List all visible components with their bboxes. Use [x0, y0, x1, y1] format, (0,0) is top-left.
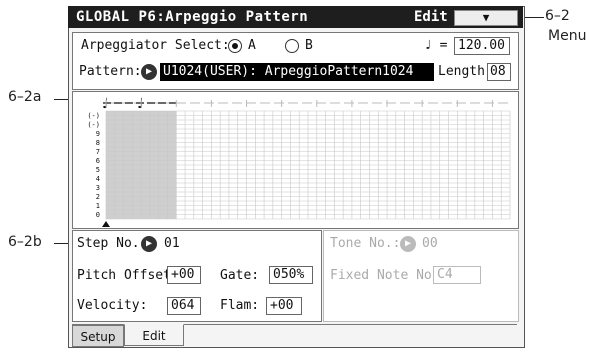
- y-axis-label: 4: [96, 175, 100, 183]
- chevron-down-icon: ▼: [482, 11, 490, 24]
- radio-b[interactable]: [285, 39, 299, 53]
- arpeggiator-select-label: Arpeggiator Select:: [81, 38, 230, 53]
- step-no-button[interactable]: ▶: [141, 236, 157, 252]
- tone-no-value[interactable]: 00: [422, 236, 438, 251]
- tempo-label: ♩ =: [424, 38, 448, 53]
- radio-a-label: A: [248, 38, 256, 53]
- fixed-note-label: Fixed Note No.:: [330, 268, 448, 283]
- y-axis-label: 1: [96, 202, 100, 210]
- length-label: Length:: [438, 64, 493, 79]
- tab-setup[interactable]: Setup: [72, 325, 124, 347]
- pattern-field[interactable]: U1024(USER): ArpeggioPattern1024: [160, 63, 434, 81]
- flam-label: Flam:: [220, 298, 260, 313]
- annotation-menu-word: Menu: [548, 28, 587, 44]
- pattern-select-button[interactable]: ▶: [141, 64, 157, 80]
- y-axis-label: 6: [96, 157, 100, 165]
- y-axis-label: 3: [96, 184, 100, 192]
- flam-field[interactable]: +00: [266, 297, 302, 315]
- gate-field[interactable]: 050%: [269, 266, 313, 284]
- arrow-right-icon: ▶: [404, 238, 412, 249]
- velocity-field[interactable]: 064: [167, 297, 201, 315]
- length-field[interactable]: 08: [487, 63, 511, 81]
- page-menu-button[interactable]: ▼: [454, 10, 518, 26]
- velocity-label: Velocity:: [77, 298, 148, 313]
- note-marker: ♩: [137, 96, 144, 112]
- tab-edit[interactable]: Edit: [124, 324, 184, 346]
- step-no-label: Step No.:: [77, 236, 148, 251]
- annotation-grid-ref: 6–2a: [8, 89, 42, 105]
- tempo-field[interactable]: 120.00: [454, 37, 510, 55]
- y-axis-label: 8: [96, 139, 100, 147]
- note-marker: ♩: [102, 96, 109, 112]
- radio-b-label: B: [305, 38, 313, 53]
- y-axis-label: (-): [87, 121, 100, 129]
- pattern-grid[interactable]: ♩ ♩(-)(-)9876543210: [72, 91, 517, 227]
- pitch-offset-label: Pitch Offset:: [77, 268, 179, 283]
- radio-a[interactable]: [228, 39, 242, 53]
- step-cursor-icon: [102, 221, 110, 227]
- y-axis-label: 7: [96, 148, 100, 156]
- y-axis-label: 5: [96, 166, 100, 174]
- step-no-value[interactable]: 01: [164, 236, 180, 251]
- pitch-offset-field[interactable]: +00: [167, 266, 201, 284]
- arrow-right-icon: ▶: [145, 66, 153, 77]
- pattern-label: Pattern:: [79, 64, 142, 79]
- tone-no-label: Tone No.:: [330, 236, 401, 251]
- edit-mode-label: Edit: [414, 9, 448, 25]
- page-title: GLOBAL P6:Arpeggio Pattern: [76, 9, 309, 25]
- tone-no-button[interactable]: ▶: [400, 236, 416, 252]
- fixed-note-field[interactable]: C4: [433, 266, 481, 284]
- y-axis-label: (-): [87, 112, 100, 120]
- annotation-menu-ref: 6–2: [545, 8, 570, 24]
- annotation-step-ref: 6–2b: [8, 234, 42, 250]
- y-axis-label: 2: [96, 193, 100, 201]
- y-axis-label: 0: [96, 211, 100, 219]
- gate-label: Gate:: [220, 268, 260, 283]
- arrow-right-icon: ▶: [145, 238, 153, 249]
- y-axis-label: 9: [96, 130, 100, 138]
